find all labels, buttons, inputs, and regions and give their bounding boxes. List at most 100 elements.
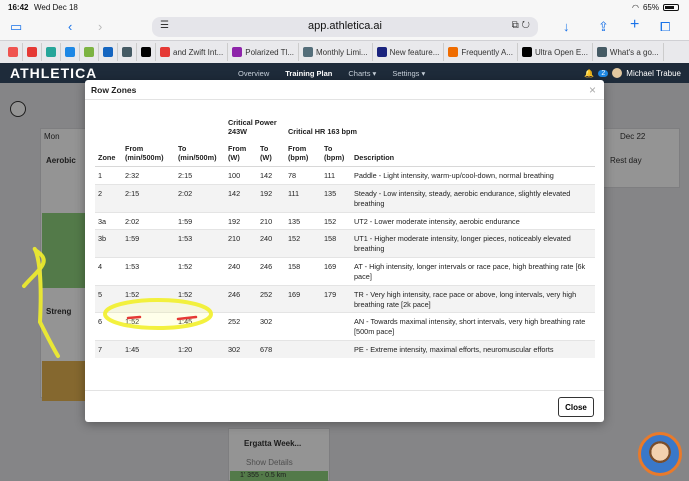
browser-tab[interactable]: Frequently A... [444, 43, 518, 61]
forward-icon[interactable]: › [98, 19, 102, 34]
favicon-icon [27, 47, 37, 57]
address-bar[interactable]: ☰ app.athletica.ai ⧉ ↻ [152, 17, 538, 37]
to-bpm-col-header: To (bpm) [321, 142, 351, 167]
cell-from-pace: 2:02 [122, 211, 175, 230]
to-watts-col-header: To (W) [257, 142, 285, 167]
table-row: 1 2:32 2:15 100 142 78 111 Paddle - Light inten… [95, 166, 595, 185]
status-time: 16:42 [8, 3, 29, 12]
user-name: Michael Trabue [626, 68, 681, 78]
back-icon[interactable]: ‹ [68, 19, 72, 34]
cell-zone: 2 [95, 183, 122, 213]
tab-label: New feature... [389, 47, 440, 57]
cell-from-bpm: 135 [285, 211, 321, 230]
cell-zone: 3a [95, 211, 122, 230]
favicon-icon [8, 47, 18, 57]
tab-label: What's a go... [609, 47, 659, 57]
cell-desc: AT - High intensity, longer intervals or… [351, 257, 595, 286]
user-menu[interactable]: 🔔 2 Michael Trabue [584, 68, 681, 78]
favicon-icon [376, 47, 387, 57]
cell-from-bpm: 152 [285, 229, 321, 258]
tab-label: and Zwift Int... [173, 47, 224, 57]
cell-from-w: 302 [225, 340, 257, 358]
cell-to-w: 210 [257, 211, 285, 230]
favicon-icon [232, 47, 243, 57]
cell-to-bpm: 179 [321, 284, 351, 313]
tab-overview-icon[interactable]: ⧠ [660, 19, 670, 35]
browser-tab[interactable] [23, 43, 42, 61]
browser-tab[interactable] [118, 43, 137, 61]
table-row: 7 1:45 1:20 302 678 PE - Extreme intensity, m… [95, 340, 595, 358]
cell-to-bpm: 169 [321, 257, 351, 286]
table-row: 6 1:52 1:45 252 302 AN - Towards maximal inte… [95, 312, 595, 341]
battery-icon [663, 4, 679, 11]
cell-zone: 6 [95, 312, 122, 341]
modal-title: Row Zones [91, 85, 137, 95]
favicon-icon [596, 47, 607, 57]
browser-tab[interactable]: and Zwift Int... [156, 43, 229, 61]
critical-power-value: 243W [228, 127, 248, 136]
url-text: app.athletica.ai [308, 20, 382, 32]
cell-to-bpm: 158 [321, 229, 351, 258]
tab-label: Polarized Tl... [245, 47, 295, 57]
reader-icon[interactable]: ⧉ ↻ [512, 20, 530, 31]
cell-from-pace: 1:52 [122, 284, 175, 313]
from-watts-col-header: From (W) [225, 142, 257, 167]
nav-overview[interactable]: Overview [238, 69, 269, 78]
status-bar: 16:42 Wed Dec 18 ◠ 65% [0, 0, 689, 14]
cell-from-bpm: 158 [285, 257, 321, 286]
favicon-icon [303, 47, 314, 57]
new-tab-icon[interactable]: + [630, 16, 639, 34]
modal-header: Row Zones × [85, 80, 604, 100]
favicon-icon [103, 47, 113, 57]
status-date: Wed Dec 18 [34, 3, 78, 12]
cell-from-pace: 2:32 [122, 166, 175, 185]
cell-desc: TR - Very high intensity, race pace or a… [351, 284, 595, 313]
browser-tab[interactable] [4, 43, 23, 61]
browser-tab[interactable] [42, 43, 61, 61]
floating-avatar[interactable] [638, 432, 682, 476]
close-icon[interactable]: × [589, 83, 596, 97]
tab-strip: and Zwift Int... Polarized Tl... Monthly L… [0, 40, 689, 63]
sidebar-toggle-icon[interactable]: ▭ [10, 19, 22, 35]
browser-tab[interactable] [137, 43, 156, 61]
cell-zone: 3b [95, 229, 122, 258]
browser-tab[interactable] [61, 43, 80, 61]
cell-desc: PE - Extreme intensity, maximal efforts,… [351, 340, 595, 358]
cell-to-w: 246 [257, 257, 285, 286]
table-row: 5 1:52 1:52 246 252 169 179 TR - Very high inte… [95, 284, 595, 313]
cell-from-w: 100 [225, 166, 257, 185]
to-pace-col-header: To (min/500m) [175, 142, 225, 167]
favicon-icon [84, 47, 94, 57]
browser-tab[interactable]: New feature... [373, 43, 445, 61]
cell-from-w: 240 [225, 257, 257, 286]
close-button[interactable]: Close [558, 397, 594, 417]
athletica-logo[interactable]: ATHLETICA [10, 65, 97, 81]
browser-tab[interactable]: Ultra Open E... [518, 43, 593, 61]
cell-desc: UT1 - Higher moderate intensity, longer … [351, 229, 595, 258]
description-col-header: Description [351, 142, 595, 167]
favicon-icon [141, 47, 151, 57]
nav-settings[interactable]: Settings ▾ [392, 69, 425, 78]
nav-training-plan[interactable]: Training Plan [285, 69, 332, 78]
cell-desc: AN - Towards maximal intensity, short in… [351, 312, 595, 341]
bell-icon[interactable]: 🔔 [584, 69, 594, 78]
browser-tab[interactable]: What's a go... [593, 43, 664, 61]
zones-table: Critical Power 243W Critical HR 163 bpm … [95, 116, 595, 358]
browser-tab[interactable] [80, 43, 99, 61]
cell-from-pace: 1:52 [122, 312, 175, 341]
share-icon[interactable]: ⇪ [598, 19, 609, 35]
browser-tab[interactable] [99, 43, 118, 61]
browser-tab[interactable]: Polarized Tl... [228, 43, 300, 61]
nav-charts[interactable]: Charts ▾ [348, 69, 376, 78]
tab-label: Monthly Limi... [316, 47, 368, 57]
cell-zone: 5 [95, 284, 122, 313]
avatar [612, 68, 623, 78]
favicon-icon [448, 47, 459, 57]
modal-footer: Close [85, 390, 604, 422]
cell-zone: 7 [95, 340, 122, 358]
cell-from-bpm: 78 [285, 166, 321, 185]
tab-label: Ultra Open E... [535, 47, 588, 57]
download-icon[interactable]: ↓ [563, 19, 570, 34]
cell-from-bpm [285, 312, 321, 341]
browser-tab[interactable]: Monthly Limi... [299, 43, 373, 61]
